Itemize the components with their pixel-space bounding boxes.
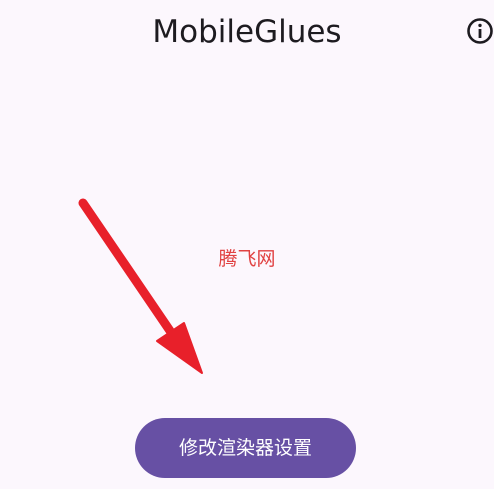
- info-icon: [467, 18, 493, 44]
- info-button[interactable]: [466, 17, 494, 45]
- app-title: MobileGlues: [152, 14, 342, 50]
- watermark-text: 腾飞网: [218, 248, 276, 270]
- modify-renderer-settings-button[interactable]: 修改渲染器设置: [135, 418, 356, 478]
- red-arrow-icon: [78, 198, 203, 374]
